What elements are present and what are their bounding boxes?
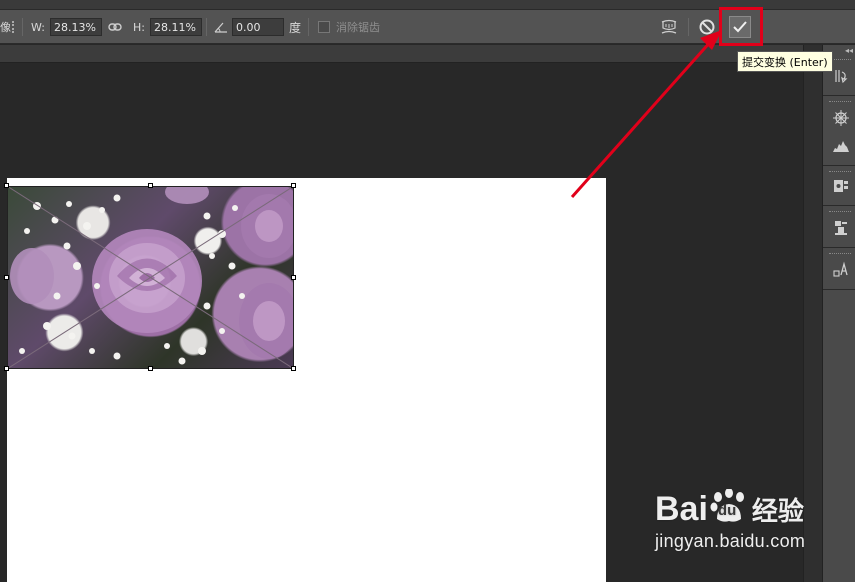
watermark-url: jingyan.baidu.com bbox=[655, 531, 806, 551]
commit-highlight-box bbox=[719, 7, 763, 46]
commit-tooltip: 提交变换 (Enter) bbox=[737, 51, 833, 72]
watermark-logo-cn: 经验 bbox=[751, 496, 804, 526]
watermark-logo: Bai du 经验 bbox=[655, 488, 805, 529]
watermark-logo-text: Bai bbox=[655, 490, 708, 528]
baidu-jingyan-watermark: Bai du 经验 jingyan.baidu.com bbox=[655, 488, 806, 552]
watermark-logo-paw: du bbox=[717, 501, 737, 519]
arrow-shaft bbox=[570, 39, 714, 198]
paw-icon: du bbox=[709, 488, 749, 527]
